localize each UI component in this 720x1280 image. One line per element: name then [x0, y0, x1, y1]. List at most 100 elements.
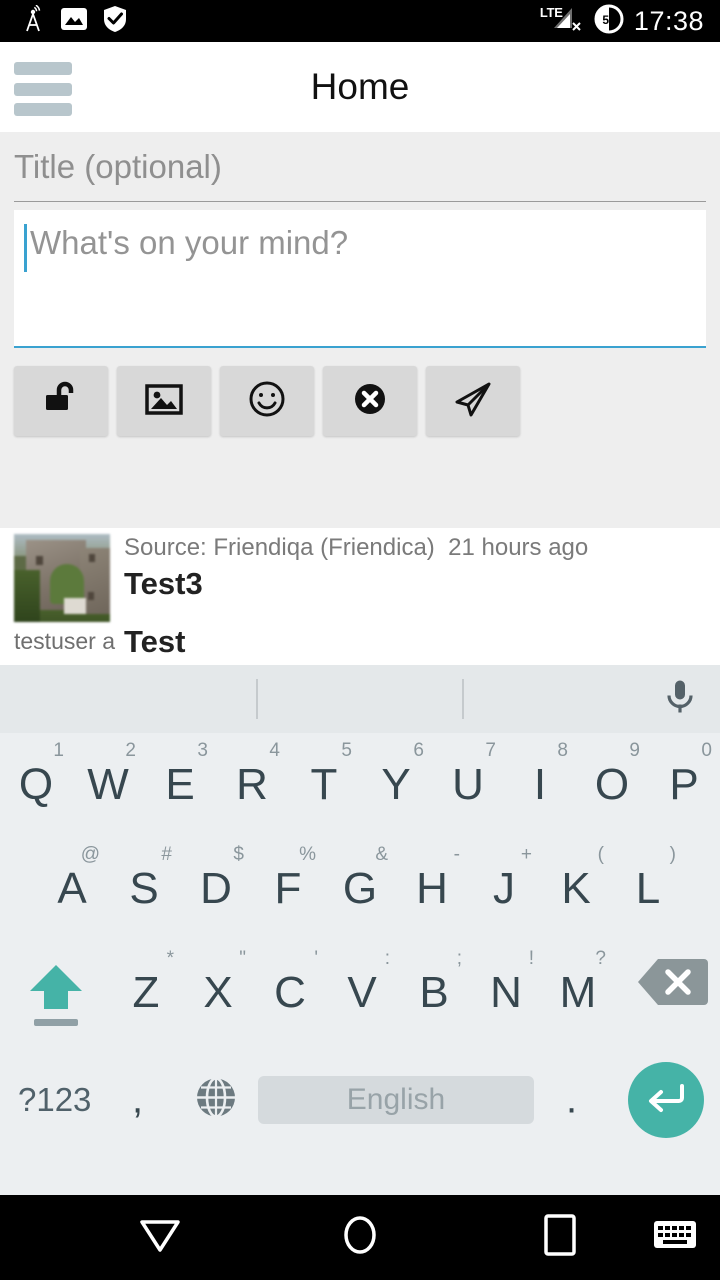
comma-key[interactable]: ,	[132, 1078, 143, 1123]
key-n[interactable]: N!	[470, 941, 542, 1045]
symbols-key[interactable]: ?123	[18, 1081, 91, 1119]
key-b[interactable]: B;	[398, 941, 470, 1045]
suggestion-bar	[0, 665, 720, 733]
key-j[interactable]: J +	[468, 837, 540, 941]
body-placeholder: What's on your mind?	[30, 224, 349, 261]
nav-back-button[interactable]	[100, 1195, 220, 1280]
key-p[interactable]: P0	[648, 733, 720, 837]
post-composer: Title (optional) What's on your mind?	[0, 132, 720, 528]
lte-signal-icon: LTE	[540, 5, 584, 36]
key-f[interactable]: F%	[252, 837, 324, 941]
cancel-button[interactable]	[323, 366, 417, 436]
key-label: I	[533, 760, 547, 809]
unlock-icon	[39, 377, 83, 426]
key-m[interactable]: M?	[542, 941, 614, 1045]
composer-toolbar	[14, 366, 706, 436]
key-alt-label: 1	[53, 740, 64, 761]
status-bar: LTE 50 17:38	[0, 0, 720, 42]
send-icon	[451, 377, 495, 426]
period-key[interactable]: .	[566, 1078, 577, 1123]
nav-recents-button[interactable]	[500, 1195, 620, 1280]
post-author-column: testuser a	[14, 534, 115, 660]
backspace-key[interactable]	[638, 955, 708, 1014]
hide-keyboard-icon	[652, 1217, 698, 1258]
key-label: N	[490, 968, 522, 1017]
key-t[interactable]: T5	[288, 733, 360, 837]
key-c[interactable]: C '	[254, 941, 326, 1045]
key-e[interactable]: E3	[144, 733, 216, 837]
key-alt-label: 4	[269, 740, 280, 761]
app-bar: Home	[0, 42, 720, 132]
key-label: V	[347, 968, 377, 1017]
post-author-name: testuser a	[14, 628, 115, 654]
key-label: D	[200, 864, 232, 913]
key-alt-label: "	[239, 948, 246, 969]
key-a[interactable]: A @	[36, 837, 108, 941]
key-alt-label: @	[80, 844, 100, 865]
title-input[interactable]: Title (optional)	[14, 132, 706, 202]
shift-key[interactable]	[8, 941, 104, 1045]
keyboard-row-4: ?123 , English .	[0, 1045, 720, 1155]
nav-back-icon	[134, 1214, 186, 1261]
shield-check-icon	[102, 5, 128, 38]
key-label: W	[87, 760, 129, 809]
key-x[interactable]: X "	[182, 941, 254, 1045]
enter-key[interactable]	[628, 1062, 704, 1138]
key-l[interactable]: L)	[612, 837, 684, 941]
key-v[interactable]: V:	[326, 941, 398, 1045]
post-body: Source: Friendiqa (Friendica) 21 hours a…	[110, 534, 706, 660]
key-alt-label: #	[161, 844, 172, 865]
key-alt-label: '	[314, 948, 318, 969]
body-textarea[interactable]: What's on your mind?	[14, 210, 706, 348]
key-o[interactable]: O9	[576, 733, 648, 837]
key-z[interactable]: Z *	[110, 941, 182, 1045]
language-globe-icon	[192, 1077, 240, 1126]
on-screen-keyboard: Q1 W2 E3 R4 T5 Y6 U7 I8 O9 P0 A @ S # D $ F…	[0, 665, 720, 1195]
page-title: Home	[310, 66, 410, 107]
hide-keyboard-button[interactable]	[630, 1195, 720, 1280]
shift-indicator-bar	[34, 1019, 78, 1026]
key-label: A	[57, 864, 87, 913]
send-button[interactable]	[426, 366, 520, 436]
avatar-bush	[14, 570, 40, 622]
key-alt-label: 6	[413, 740, 424, 761]
post-timestamp: 21 hours ago	[448, 534, 589, 561]
key-i[interactable]: I8	[504, 733, 576, 837]
key-alt-label: 2	[125, 740, 136, 761]
post-title: Test3	[124, 566, 203, 601]
key-g[interactable]: G &	[324, 837, 396, 941]
key-label: X	[203, 968, 233, 1017]
key-h[interactable]: H-	[396, 837, 468, 941]
svg-text:50: 50	[602, 13, 616, 27]
post-source-line: Source: Friendiqa (Friendica) 21 hours a…	[124, 534, 706, 562]
key-k[interactable]: K(	[540, 837, 612, 941]
post-feed: testuser a Source: Friendiqa (Friendica)…	[0, 528, 720, 665]
key-u[interactable]: U7	[432, 733, 504, 837]
nav-recents-icon	[540, 1212, 580, 1263]
feed-post-item[interactable]: testuser a Source: Friendiqa (Friendica)…	[0, 528, 720, 660]
key-alt-label: ;	[456, 948, 462, 969]
key-y[interactable]: Y6	[360, 733, 432, 837]
key-w[interactable]: W2	[72, 733, 144, 837]
space-key[interactable]: English	[258, 1076, 534, 1124]
key-label: Y	[381, 760, 411, 809]
emoticon-button[interactable]	[220, 366, 314, 436]
unlock-button[interactable]	[14, 366, 108, 436]
suggestion-divider	[462, 679, 464, 719]
language-switch-key[interactable]	[192, 1074, 240, 1127]
key-d[interactable]: D $	[180, 837, 252, 941]
key-alt-label: (	[597, 844, 604, 865]
suggestion-divider	[256, 679, 258, 719]
key-alt-label: 8	[557, 740, 568, 761]
avatar[interactable]	[14, 534, 110, 622]
microphone-icon[interactable]	[662, 677, 698, 722]
space-key-label: English	[346, 1083, 446, 1116]
add-image-button[interactable]	[117, 366, 211, 436]
post-text: Test	[124, 624, 186, 659]
key-q[interactable]: Q1	[0, 733, 72, 837]
keyboard-row-3: Z * X " C ' V: B; N! M?	[0, 941, 720, 1045]
key-r[interactable]: R4	[216, 733, 288, 837]
text-caret	[24, 224, 27, 272]
key-s[interactable]: S #	[108, 837, 180, 941]
nav-home-button[interactable]	[300, 1195, 420, 1280]
